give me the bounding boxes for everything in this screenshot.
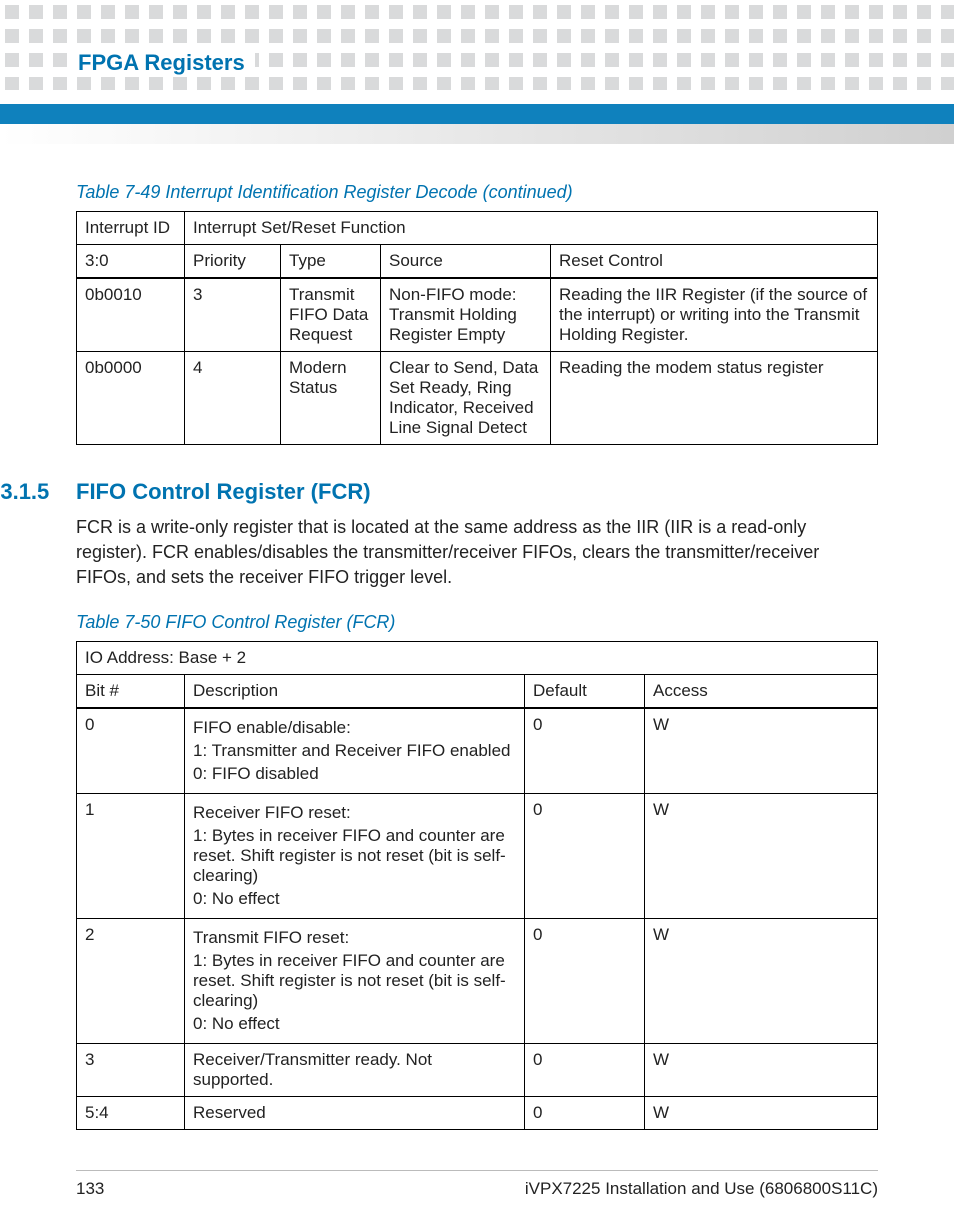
t2-r2-c1: Transmit FIFO reset: 1: Bytes in receive… <box>185 919 525 1044</box>
t1-hdr-set-reset: Interrupt Set/Reset Function <box>185 212 878 245</box>
t2-hdr-access: Access <box>645 675 878 709</box>
section-heading-7-3-1-5: 7.3.1.5FIFO Control Register (FCR) <box>0 479 878 505</box>
t2-r3-c1: Receiver/Transmitter ready. Not supporte… <box>185 1044 525 1097</box>
t2-r2-c1a: Transmit FIFO reset: <box>193 928 516 948</box>
table-row: 0b0010 3 Transmit FIFO Data Request Non-… <box>77 278 878 352</box>
t2-r4-c2: 0 <box>525 1097 645 1130</box>
t1-r1-c2: Modern Status <box>281 352 381 445</box>
t1-r0-c1: 3 <box>185 278 281 352</box>
t2-r1-c1c: 0: No effect <box>193 889 516 909</box>
t2-r1-c1: Receiver FIFO reset: 1: Bytes in receive… <box>185 794 525 919</box>
table-7-50-caption: Table 7-50 FIFO Control Register (FCR) <box>76 612 878 633</box>
t1-r1-c3: Clear to Send, Data Set Ready, Ring Indi… <box>381 352 551 445</box>
t2-r3-c2: 0 <box>525 1044 645 1097</box>
t2-r2-c3: W <box>645 919 878 1044</box>
t2-r2-c1c: 0: No effect <box>193 1014 516 1034</box>
t1-sub-reset: Reset Control <box>551 245 878 279</box>
t2-io-address: IO Address: Base + 2 <box>77 642 878 675</box>
table-row: 2 Transmit FIFO reset: 1: Bytes in recei… <box>77 919 878 1044</box>
t2-r1-c1b: 1: Bytes in receiver FIFO and counter ar… <box>193 826 516 886</box>
table-row: 0b0000 4 Modern Status Clear to Send, Da… <box>77 352 878 445</box>
t2-r1-c1a: Receiver FIFO reset: <box>193 803 516 823</box>
t2-hdr-default: Default <box>525 675 645 709</box>
table-row: 3 Receiver/Transmitter ready. Not suppor… <box>77 1044 878 1097</box>
t1-r0-c3: Non-FIFO mode: Transmit Holding Register… <box>381 278 551 352</box>
t1-sub-priority: Priority <box>185 245 281 279</box>
section-number: 7.3.1.5 <box>0 479 76 505</box>
table-row: 0 FIFO enable/disable: 1: Transmitter an… <box>77 708 878 794</box>
t2-r1-c3: W <box>645 794 878 919</box>
table-row: 1 Receiver FIFO reset: 1: Bytes in recei… <box>77 794 878 919</box>
table-7-49: Interrupt ID Interrupt Set/Reset Functio… <box>76 211 878 445</box>
section-body: FCR is a write-only register that is loc… <box>76 515 878 590</box>
t1-hdr-interrupt-id: Interrupt ID <box>77 212 185 245</box>
t2-r4-c0: 5:4 <box>77 1097 185 1130</box>
t2-r0-c1a: FIFO enable/disable: <box>193 718 516 738</box>
t2-r3-c3: W <box>645 1044 878 1097</box>
t2-r2-c0: 2 <box>77 919 185 1044</box>
t2-r2-c1b: 1: Bytes in receiver FIFO and counter ar… <box>193 951 516 1011</box>
header-grey-gradient <box>0 124 954 144</box>
t2-r0-c3: W <box>645 708 878 794</box>
t1-r0-c2: Transmit FIFO Data Request <box>281 278 381 352</box>
t2-r1-c0: 1 <box>77 794 185 919</box>
t1-r1-c0: 0b0000 <box>77 352 185 445</box>
table-row: 5:4 Reserved 0 W <box>77 1097 878 1130</box>
t2-hdr-bit: Bit # <box>77 675 185 709</box>
t2-r4-c1: Reserved <box>185 1097 525 1130</box>
t2-r2-c2: 0 <box>525 919 645 1044</box>
t2-r1-c2: 0 <box>525 794 645 919</box>
t1-r1-c1: 4 <box>185 352 281 445</box>
t2-hdr-desc: Description <box>185 675 525 709</box>
t1-sub-type: Type <box>281 245 381 279</box>
t1-r0-c0: 0b0010 <box>77 278 185 352</box>
header-blue-bar <box>0 104 954 124</box>
t2-r0-c0: 0 <box>77 708 185 794</box>
t2-r0-c2: 0 <box>525 708 645 794</box>
t1-r1-c4: Reading the modem status register <box>551 352 878 445</box>
t1-r0-c4: Reading the IIR Register (if the source … <box>551 278 878 352</box>
document-id: iVPX7225 Installation and Use (6806800S1… <box>525 1179 878 1199</box>
t2-r0-c1c: 0: FIFO disabled <box>193 764 516 784</box>
t2-r4-c3: W <box>645 1097 878 1130</box>
table-7-49-caption: Table 7-49 Interrupt Identification Regi… <box>76 182 878 203</box>
table-7-50: IO Address: Base + 2 Bit # Description D… <box>76 641 878 1130</box>
t1-sub-source: Source <box>381 245 551 279</box>
page-title: FPGA Registers <box>76 50 255 76</box>
t2-r0-c1b: 1: Transmitter and Receiver FIFO enabled <box>193 741 516 761</box>
t2-r0-c1: FIFO enable/disable: 1: Transmitter and … <box>185 708 525 794</box>
page-number: 133 <box>76 1179 104 1199</box>
t2-r3-c0: 3 <box>77 1044 185 1097</box>
t1-sub-30: 3:0 <box>77 245 185 279</box>
section-title: FIFO Control Register (FCR) <box>76 479 371 504</box>
